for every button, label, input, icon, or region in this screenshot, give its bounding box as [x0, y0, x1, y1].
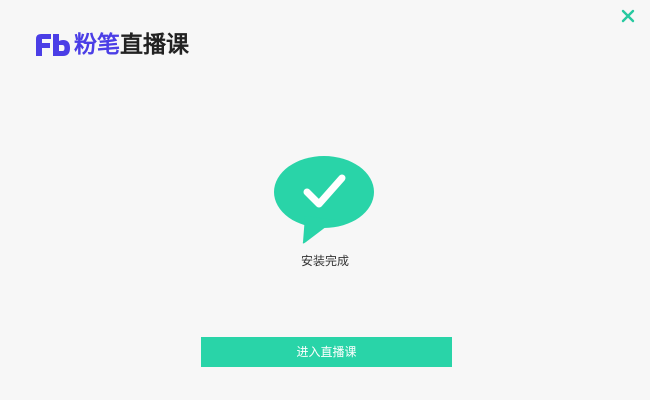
install-status-text: 安装完成 — [300, 254, 349, 268]
installer-window: 粉笔 直播课 安装完成 进入直播课 — [0, 0, 650, 400]
close-icon — [621, 9, 635, 23]
close-button[interactable] — [620, 8, 636, 24]
logo-brand-text: 粉笔 — [74, 32, 120, 58]
fb-logo-icon — [36, 34, 70, 56]
chat-bubble-check-icon — [273, 154, 377, 244]
logo-product-text: 直播课 — [120, 32, 189, 58]
enter-live-class-button[interactable]: 进入直播课 — [201, 337, 452, 367]
app-logo: 粉笔 直播课 — [34, 30, 189, 60]
